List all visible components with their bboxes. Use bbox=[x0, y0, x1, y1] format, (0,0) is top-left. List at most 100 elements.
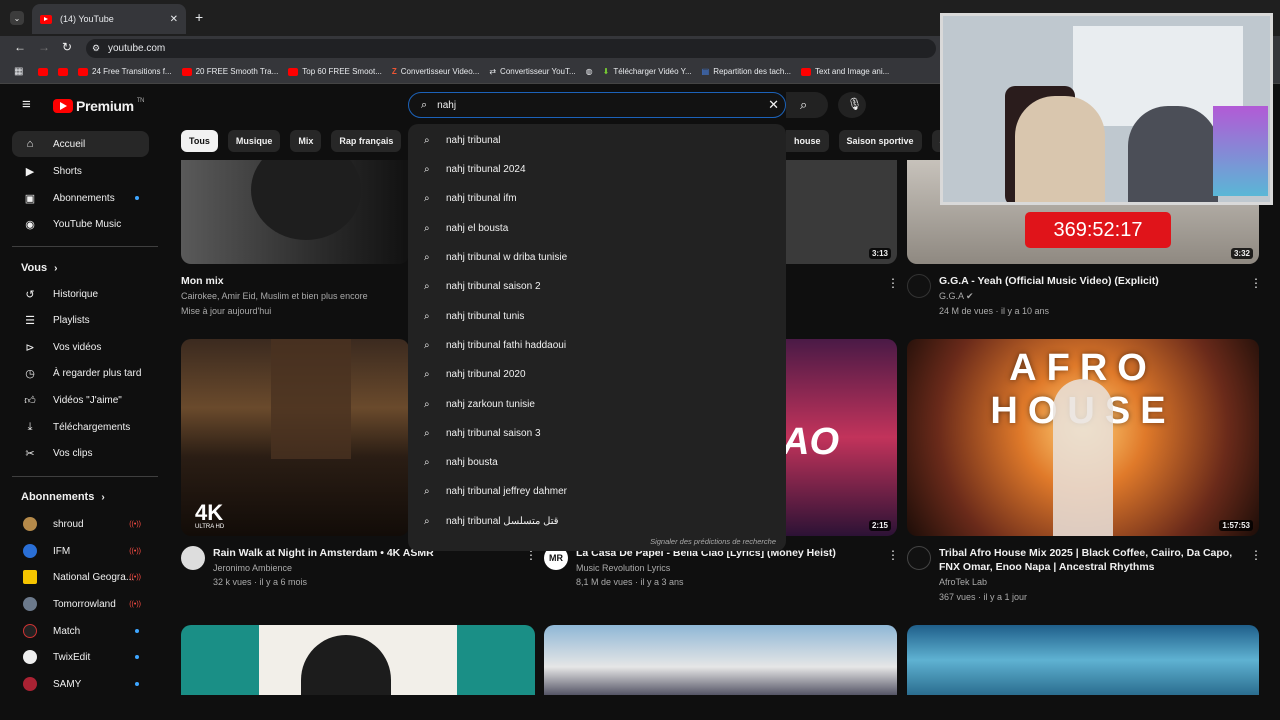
suggestion-item[interactable]: ⌕ nahj tribunal jeffrey dahmer bbox=[408, 477, 786, 506]
report-predictions-link[interactable]: Signaler des prédictions de recherche bbox=[650, 537, 776, 546]
suggestion-item[interactable]: ⌕ nahj bousta bbox=[408, 448, 786, 477]
site-info-icon[interactable]: ⚙ bbox=[92, 43, 100, 54]
bookmark-item[interactable]: 24 Free Transitions f... bbox=[78, 67, 172, 76]
subscription-national-geographic[interactable]: National Geogra... ((•)) bbox=[12, 564, 149, 590]
subscription-ifm[interactable]: IFM ((•)) bbox=[12, 538, 149, 564]
search-input[interactable] bbox=[437, 99, 738, 111]
subscription-twixedit[interactable]: TwixEdit bbox=[12, 644, 149, 670]
bookmark-item[interactable]: ◍ bbox=[586, 67, 593, 76]
bookmark-youtube-icon[interactable] bbox=[38, 67, 48, 76]
sidebar-item-abonnements[interactable]: ▣ Abonnements bbox=[12, 185, 149, 211]
suggestion-item[interactable]: ⌕ nahj tribunal قتل متسلسل bbox=[408, 507, 786, 536]
channel-avatar[interactable] bbox=[181, 546, 205, 570]
channel-name[interactable]: Music Revolution Lyrics bbox=[576, 561, 670, 575]
video-title[interactable]: Mon mix bbox=[181, 274, 224, 288]
tab-list-button[interactable]: ⌄ bbox=[10, 11, 24, 25]
chip-rap-francais[interactable]: Rap français bbox=[331, 130, 402, 152]
sidebar-item-vos-clips[interactable]: ✂ Vos clips bbox=[12, 440, 149, 466]
sidebar-section-abonnements[interactable]: Abonnements › bbox=[21, 491, 105, 503]
channel-name[interactable]: AfroTek Lab bbox=[939, 575, 987, 589]
sidebar-item-youtube-music[interactable]: ◉ YouTube Music bbox=[12, 211, 149, 237]
reload-icon[interactable]: ↻ bbox=[62, 40, 72, 54]
chip-mix[interactable]: Mix bbox=[290, 130, 322, 152]
video-title[interactable]: G.G.A - Yeah (Official Music Video) (Exp… bbox=[939, 274, 1159, 288]
suggestion-item[interactable]: ⌕ nahj tribunal tunis bbox=[408, 302, 786, 331]
video-thumbnail[interactable] bbox=[181, 625, 535, 695]
new-tab-button[interactable]: + bbox=[195, 9, 203, 25]
channel-name[interactable]: Jeronimo Ambience bbox=[213, 561, 292, 575]
more-options-icon[interactable]: ⋮ bbox=[1250, 548, 1262, 562]
bookmark-item[interactable]: Z Convertisseur Video... bbox=[392, 67, 479, 76]
tab-title: (14) YouTube bbox=[60, 14, 114, 24]
channel-name[interactable]: G.G.A ✔ bbox=[939, 289, 974, 303]
subscription-tomorrowland[interactable]: Tomorrowland ((•)) bbox=[12, 591, 149, 617]
sidebar-label: Abonnements bbox=[53, 192, 115, 204]
search-box[interactable]: ⌕ ✕ bbox=[408, 92, 786, 118]
youtube-icon bbox=[801, 67, 812, 76]
suggestion-item[interactable]: ⌕ nahj tribunal w driba tunisie bbox=[408, 243, 786, 272]
more-options-icon[interactable]: ⋮ bbox=[1250, 276, 1262, 290]
subscription-samy[interactable]: SAMY bbox=[12, 671, 149, 697]
chip-musique[interactable]: Musique bbox=[227, 130, 281, 152]
subscription-shroud[interactable]: shroud ((•)) bbox=[12, 511, 149, 537]
suggestion-item[interactable]: ⌕ nahj tribunal saison 2 bbox=[408, 272, 786, 301]
sidebar-item-liked-videos[interactable]: 👍︎ Vidéos "J'aime" bbox=[12, 387, 149, 413]
video-thumbnail[interactable] bbox=[907, 625, 1259, 695]
video-title[interactable]: Rain Walk at Night in Amsterdam • 4K ASM… bbox=[213, 546, 434, 560]
bookmark-item[interactable]: Text and Image ani... bbox=[801, 67, 889, 76]
forward-icon[interactable]: → bbox=[38, 40, 50, 54]
search-button[interactable]: ⌕ bbox=[786, 92, 828, 118]
live-icon: ((•)) bbox=[129, 547, 141, 555]
back-icon[interactable]: ← bbox=[14, 40, 26, 54]
video-thumbnail-rain-walk[interactable]: 4K ULTRA HD bbox=[181, 339, 409, 536]
sidebar-item-telechargements[interactable]: ⤓ Téléchargements bbox=[12, 414, 149, 440]
sidebar-item-watch-later[interactable]: ◷ À regarder plus tard bbox=[12, 360, 149, 386]
rgb-light bbox=[1213, 106, 1268, 196]
menu-icon[interactable]: ≡ bbox=[22, 96, 31, 113]
suggestion-item[interactable]: ⌕ nahj tribunal bbox=[408, 126, 786, 155]
video-thumbnail-afro-house[interactable]: AFRO HOUSE 1:57:53 bbox=[907, 339, 1259, 536]
video-thumbnail-bella-ciao[interactable]: AO 2:15 bbox=[786, 339, 897, 536]
sidebar-item-historique[interactable]: ↺ Historique bbox=[12, 281, 149, 307]
apps-icon[interactable]: ▦ bbox=[14, 66, 23, 77]
youtube-premium-logo[interactable]: Premium TN bbox=[53, 98, 145, 114]
sidebar-item-accueil[interactable]: ⌂ Accueil bbox=[12, 131, 149, 157]
suggestion-item[interactable]: ⌕ nahj tribunal 2020 bbox=[408, 360, 786, 389]
suggestion-item[interactable]: ⌕ nahj tribunal ifm bbox=[408, 184, 786, 213]
subscription-match[interactable]: Match bbox=[12, 618, 149, 644]
sidebar-item-playlists[interactable]: ☰ Playlists bbox=[12, 307, 149, 333]
more-options-icon[interactable]: ⋮ bbox=[887, 276, 899, 290]
channel-avatar[interactable] bbox=[907, 546, 931, 570]
bookmark-item[interactable]: ⬇ Télécharger Vidéo Y... bbox=[603, 67, 692, 76]
suggestion-item[interactable]: ⌕ nahj tribunal 2024 bbox=[408, 155, 786, 184]
video-thumbnail-mon-mix[interactable] bbox=[181, 160, 409, 264]
bookmark-item[interactable]: ▤ Repartition des tach... bbox=[702, 67, 791, 76]
channel-avatar[interactable] bbox=[907, 274, 931, 298]
clear-search-icon[interactable]: ✕ bbox=[768, 97, 779, 113]
suggestion-item[interactable]: ⌕ nahj tribunal saison 3 bbox=[408, 419, 786, 448]
suggestion-item[interactable]: ⌕ nahj el bousta bbox=[408, 214, 786, 243]
voice-search-button[interactable]: 🎙︎ bbox=[838, 92, 866, 118]
suggestion-item[interactable]: ⌕ nahj tribunal fathi haddaoui bbox=[408, 331, 786, 360]
verified-icon: ✔ bbox=[966, 291, 974, 301]
chip-saison-sportive[interactable]: Saison sportive bbox=[838, 130, 922, 152]
sidebar-item-vos-videos[interactable]: ⊳ Vos vidéos bbox=[12, 334, 149, 360]
chevron-right-icon: › bbox=[54, 263, 58, 274]
more-options-icon[interactable]: ⋮ bbox=[887, 548, 899, 562]
sidebar-section-vous[interactable]: Vous › bbox=[21, 262, 57, 274]
video-title[interactable]: Tribal Afro House Mix 2025 | Black Coffe… bbox=[939, 546, 1249, 574]
video-thumbnail[interactable]: 3:13 bbox=[786, 160, 897, 264]
bookmark-item[interactable]: Top 60 FREE Smoot... bbox=[288, 67, 382, 76]
bookmark-item[interactable]: ⇄ Convertisseur YouT... bbox=[489, 67, 575, 76]
avatar bbox=[23, 624, 37, 638]
close-tab-icon[interactable]: ✕ bbox=[170, 14, 178, 25]
chip-tous[interactable]: Tous bbox=[181, 130, 218, 152]
video-thumbnail[interactable] bbox=[544, 625, 897, 695]
suggestion-item[interactable]: ⌕ nahj zarkoun tunisie bbox=[408, 390, 786, 419]
address-bar[interactable]: ⚙ youtube.com bbox=[86, 39, 936, 58]
bookmark-item[interactable]: 20 FREE Smooth Tra... bbox=[181, 67, 278, 76]
bookmark-youtube-icon[interactable] bbox=[58, 67, 68, 76]
sidebar-item-shorts[interactable]: ▶ Shorts bbox=[12, 158, 149, 184]
chip-house[interactable]: house bbox=[786, 130, 829, 152]
tab-youtube[interactable]: (14) YouTube ✕ bbox=[32, 4, 186, 34]
